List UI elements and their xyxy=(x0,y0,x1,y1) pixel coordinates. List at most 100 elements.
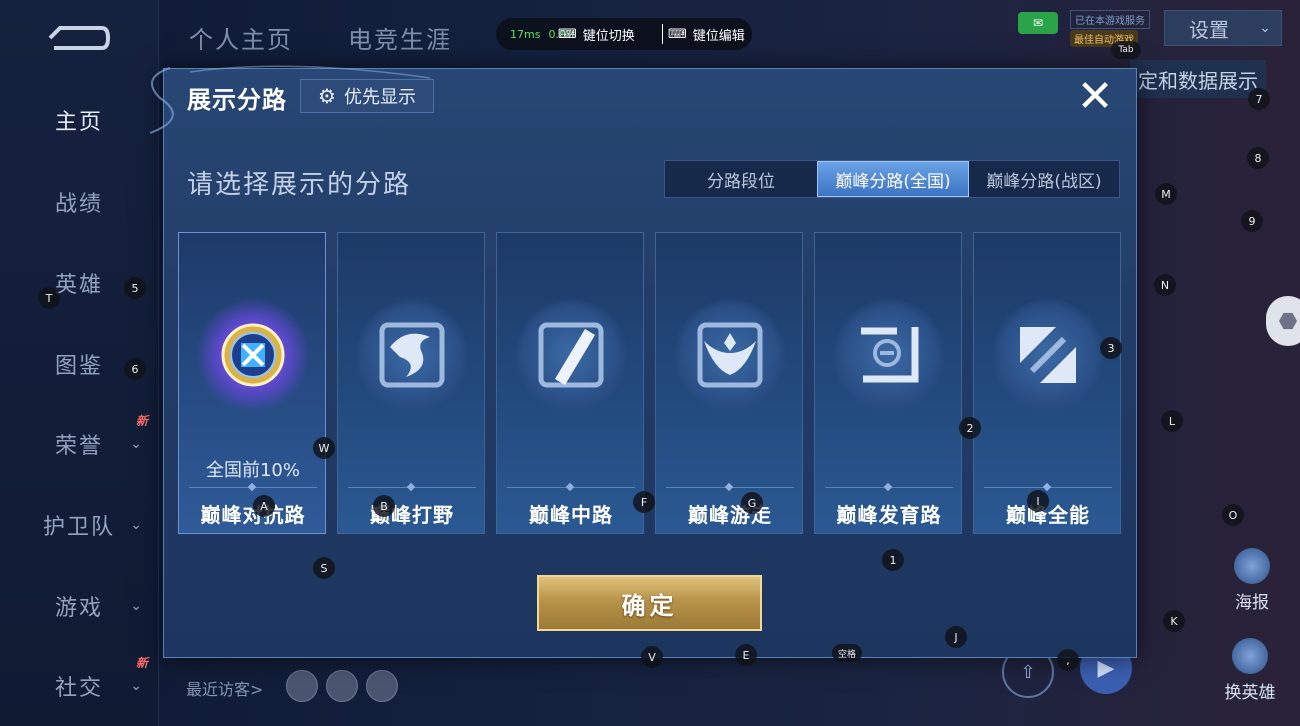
keymap-hint: 8 xyxy=(1247,147,1269,169)
poster-icon xyxy=(1234,548,1270,584)
lane-name: 巅峰发育路 xyxy=(836,503,942,527)
chevron-down-icon: ⌄ xyxy=(1259,20,1271,36)
keymap-hint: F xyxy=(633,491,655,513)
tab-peak-lane-region[interactable]: 巅峰分路(战区) xyxy=(969,161,1119,197)
hexagon-icon xyxy=(1279,312,1297,330)
lane-mode-tabs: 分路段位 巅峰分路(全国) 巅峰分路(战区) xyxy=(664,160,1120,198)
new-badge: 新 xyxy=(136,414,149,428)
keymap-hint: V xyxy=(641,646,663,668)
sidebar-item-label: 图鉴 xyxy=(54,354,103,379)
tab-esports-career[interactable]: 电竞生涯 xyxy=(348,20,452,55)
keymap-hint: K xyxy=(1163,610,1185,632)
keymap-hint: I xyxy=(1027,490,1049,512)
keymap-hint: 1 xyxy=(882,549,904,571)
sidebar-item-4[interactable]: 荣誉 ⌄ xyxy=(0,424,158,464)
lane-card[interactable]: 巅峰全能 xyxy=(973,232,1121,534)
mid-lane-slash-icon xyxy=(538,322,604,388)
jungle-dragon-icon xyxy=(379,322,445,388)
lane-card[interactable]: 巅峰打野 xyxy=(337,232,485,534)
key-switch-button[interactable]: ⌨ 键位切换 xyxy=(558,25,635,44)
lane-icon-frame xyxy=(515,299,627,411)
divider xyxy=(348,487,476,488)
keymap-hint: Tab xyxy=(1111,41,1141,59)
side-drawer-handle[interactable] xyxy=(1266,296,1300,346)
tab-lane-rank[interactable]: 分路段位 xyxy=(665,161,817,197)
lane-rank-label: 全国前10% xyxy=(205,460,300,481)
lane-card[interactable]: 巅峰发育路 xyxy=(814,232,962,534)
all-round-icon xyxy=(1020,327,1076,383)
keymap-hint: 5 xyxy=(124,277,146,299)
keymap-hint: 2 xyxy=(959,417,981,439)
keymap-hint: E xyxy=(735,644,757,666)
keymap-hint: O xyxy=(1222,504,1244,526)
service-status-badge: 已在本游戏服务 xyxy=(1070,10,1150,29)
keymap-hint: G xyxy=(741,492,763,514)
lane-card-list: 全国前10% 巅峰对抗路巅峰打野 巅峰中路 巅峰游走 巅峰发育路 巅峰全能 xyxy=(178,232,1122,534)
roam-wings-icon xyxy=(697,322,763,388)
divider xyxy=(666,487,794,488)
lane-name: 巅峰打野 xyxy=(370,503,454,527)
sidebar-item-label: 护卫队 xyxy=(42,515,115,540)
keymap-hint: B xyxy=(373,495,395,517)
sidebar-item-label: 战绩 xyxy=(54,192,103,217)
chevron-down-icon: ⌄ xyxy=(130,598,144,614)
lane-icon-frame xyxy=(833,299,945,411)
sidebar-item-0[interactable]: 主页 xyxy=(0,100,158,140)
divider xyxy=(662,24,663,44)
confirm-button[interactable]: 确定 xyxy=(537,575,762,631)
keymap-hint: , xyxy=(1057,649,1079,671)
keymap-hint: A xyxy=(253,495,275,517)
keymap-hint: M xyxy=(1155,183,1177,205)
keymap-hint: T xyxy=(38,287,60,309)
keymap-hint: 7 xyxy=(1248,88,1270,110)
divider xyxy=(189,487,317,488)
sidebar-item-label: 社交 xyxy=(54,676,103,701)
sidebar-item-6[interactable]: 游戏 ⌄ xyxy=(0,586,158,626)
tab-personal-home[interactable]: 个人主页 xyxy=(189,20,293,55)
wechat-icon[interactable]: ✉ xyxy=(1018,12,1058,34)
chevron-down-icon: ⌄ xyxy=(130,436,144,452)
latency-readout: 17ms xyxy=(510,27,541,41)
close-button[interactable]: ✕ xyxy=(1072,74,1118,120)
back-arrow-icon[interactable] xyxy=(44,22,110,54)
farm-lane-icon xyxy=(861,327,919,383)
avatar[interactable] xyxy=(286,670,318,702)
gamepad-icon: ⌨ xyxy=(668,26,687,42)
keymap-hint: 空格 xyxy=(832,644,862,662)
sidebar-item-label: 游戏 xyxy=(54,596,103,621)
tab-peak-lane-national[interactable]: 巅峰分路(全国) xyxy=(817,161,969,197)
keymap-hint: 9 xyxy=(1241,210,1263,232)
lane-card[interactable]: 全国前10% 巅峰对抗路 xyxy=(178,232,326,534)
chevron-down-icon: ⌄ xyxy=(130,517,144,533)
recent-visitors-link[interactable]: 最近访客> xyxy=(186,676,263,700)
keymap-hint: W xyxy=(313,437,335,459)
keymap-hint: 6 xyxy=(124,358,146,380)
priority-display-button[interactable]: ⚙ 优先显示 xyxy=(300,79,434,113)
lane-icon-frame xyxy=(197,299,309,411)
keymap-toolbar: 17ms 0.0% ⌨ 键位切换 ⌨ 键位编辑 xyxy=(496,18,752,50)
flame-icon xyxy=(1232,638,1268,674)
keymap-hint: N xyxy=(1154,274,1176,296)
keymap-hint: J xyxy=(945,626,967,648)
poster-button[interactable]: 海报 xyxy=(1222,548,1282,613)
divider xyxy=(507,487,635,488)
gamepad-icon: ⌨ xyxy=(558,26,577,42)
keymap-hint: 3 xyxy=(1100,337,1122,359)
dialog-title: 展示分路 xyxy=(187,86,287,114)
key-edit-button[interactable]: ⌨ 键位编辑 xyxy=(668,25,745,44)
lane-card[interactable]: 巅峰中路 xyxy=(496,232,644,534)
lane-card[interactable]: 巅峰游走 xyxy=(655,232,803,534)
divider xyxy=(825,487,953,488)
settings-button[interactable]: 设置 ⌄ xyxy=(1164,10,1282,46)
sidebar-item-7[interactable]: 社交 ⌄ xyxy=(0,666,158,706)
avatar[interactable] xyxy=(366,670,398,702)
data-display-button[interactable]: 定和数据展示 xyxy=(1130,60,1266,98)
sidebar-item-5[interactable]: 护卫队 ⌄ xyxy=(0,505,158,545)
chevron-down-icon: ⌄ xyxy=(130,678,144,694)
sidebar-item-label: 主页 xyxy=(54,110,103,135)
keymap-hint: S xyxy=(313,557,335,579)
gear-icon: ⚙ xyxy=(318,84,336,108)
avatar[interactable] xyxy=(326,670,358,702)
switch-hero-button[interactable]: 换英雄 xyxy=(1220,638,1280,703)
sidebar-item-1[interactable]: 战绩 xyxy=(0,182,158,222)
